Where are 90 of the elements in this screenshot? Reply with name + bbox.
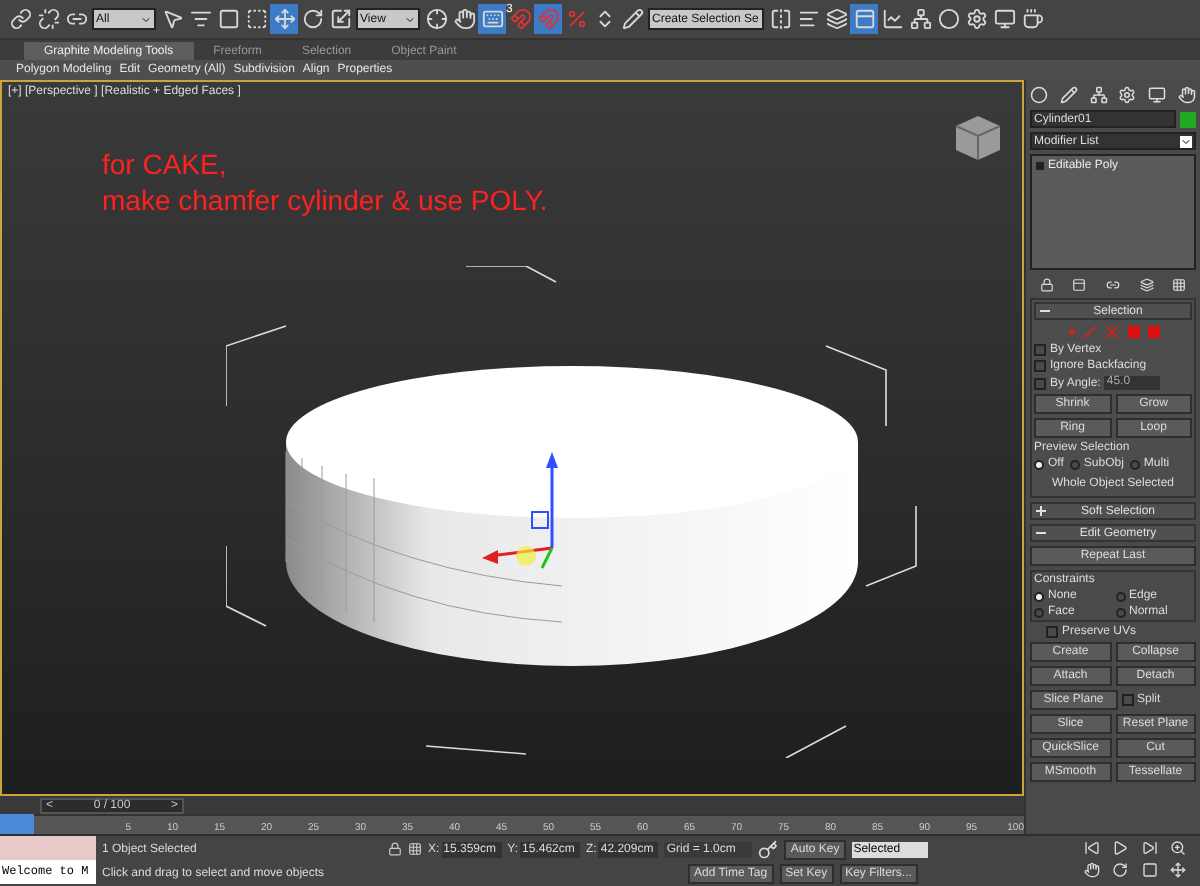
- align-icon: [797, 8, 819, 30]
- percent-icon: [565, 8, 587, 30]
- sphere-icon[interactable]: [1030, 86, 1048, 104]
- toolbar-button[interactable]: [878, 4, 906, 34]
- pointer-icon: [161, 8, 183, 30]
- toolbar-button[interactable]: [6, 4, 34, 34]
- skip-forward-icon[interactable]: [1141, 840, 1157, 856]
- radio-button[interactable]: [1069, 459, 1080, 469]
- toolbar-button[interactable]: [766, 4, 794, 34]
- crosshair-icon: [425, 8, 447, 30]
- plus-icon: [1036, 506, 1046, 516]
- toolbar-button[interactable]: [618, 4, 646, 34]
- checkbox[interactable]: [1121, 694, 1133, 706]
- radio-button[interactable]: [1115, 607, 1125, 617]
- minus-icon: [1036, 528, 1046, 538]
- sphere-icon: [937, 8, 959, 30]
- zoom-icon[interactable]: [1169, 840, 1186, 856]
- lock-icon[interactable]: [388, 842, 402, 856]
- checkbox[interactable]: [1034, 344, 1046, 356]
- caret-icon: [404, 13, 416, 25]
- square-icon: [217, 8, 239, 30]
- annotation-text: make chamfer cylinder & use POLY.: [102, 182, 548, 218]
- scale-icon: [329, 8, 351, 30]
- checkbox[interactable]: [1034, 360, 1046, 372]
- radio-button[interactable]: [1034, 591, 1044, 601]
- frame-icon[interactable]: [1141, 862, 1157, 878]
- bar-icon[interactable]: [1072, 277, 1087, 291]
- toolbar-button[interactable]: [478, 4, 506, 34]
- toolbar-button[interactable]: [422, 4, 450, 34]
- toolbar-button[interactable]: [214, 4, 242, 34]
- transform-gizmo-icon: [482, 452, 562, 572]
- radio-button[interactable]: [1115, 591, 1125, 601]
- curve-icon: [881, 8, 903, 30]
- toolbar-button[interactable]: [850, 4, 878, 34]
- toolbar-button[interactable]: [34, 4, 62, 34]
- gear-icon[interactable]: [1118, 86, 1137, 104]
- pencil-icon: [621, 8, 643, 30]
- monitor-icon: [993, 8, 1015, 30]
- hierarchy-icon[interactable]: [1089, 86, 1108, 104]
- settings-icon: [965, 8, 987, 30]
- move-icon: [273, 8, 295, 30]
- toolbar-button[interactable]: [242, 4, 270, 34]
- toolbar-button[interactable]: [326, 4, 354, 34]
- minus-icon: [1040, 306, 1050, 316]
- magnet-icon: [537, 8, 559, 30]
- skip-back-icon[interactable]: [1084, 840, 1100, 856]
- caret-icon: [1180, 135, 1192, 147]
- play-icon[interactable]: [1112, 840, 1129, 856]
- dashed-square-icon: [245, 8, 267, 30]
- radio-button[interactable]: [1129, 459, 1140, 469]
- listener-input[interactable]: [0, 836, 96, 860]
- toolbar-button[interactable]: [822, 4, 850, 34]
- key-icon[interactable]: [758, 839, 779, 859]
- mirror-icon: [769, 8, 791, 30]
- toolbar-button[interactable]: [990, 4, 1018, 34]
- hand-icon: [453, 8, 475, 30]
- magnet-icon: [509, 8, 531, 30]
- viewcube-icon: [950, 110, 1006, 166]
- toolbar-button[interactable]: [270, 4, 298, 34]
- grid-icon[interactable]: [1172, 277, 1187, 291]
- caret-icon: [140, 13, 152, 25]
- toolbar-button[interactable]: [906, 4, 934, 34]
- pencil-icon[interactable]: [1059, 86, 1078, 104]
- keyboard-icon: [481, 8, 503, 30]
- list-icon: [189, 8, 211, 30]
- toolbar-button[interactable]: [962, 4, 990, 34]
- rotate-icon: [301, 8, 323, 30]
- toolbar-button[interactable]: [298, 4, 326, 34]
- checkbox[interactable]: [1046, 626, 1058, 638]
- chain-icon: [65, 8, 87, 30]
- radio-button[interactable]: [1034, 607, 1044, 617]
- toolbar-button[interactable]: [934, 4, 962, 34]
- grid-icon[interactable]: [408, 842, 422, 856]
- monitor-icon[interactable]: [1148, 86, 1167, 104]
- unlink-icon: [37, 8, 59, 30]
- panel-icon: [853, 8, 875, 30]
- radio-button[interactable]: [1034, 459, 1044, 469]
- curve-editor-toggle[interactable]: [0, 814, 34, 834]
- link-icon: [9, 8, 31, 30]
- layers-icon: [825, 8, 847, 30]
- move-icon[interactable]: [1169, 862, 1186, 878]
- schematic-icon: [909, 8, 931, 30]
- toolbar-button[interactable]: [1018, 4, 1046, 34]
- expand-icon: [1036, 161, 1044, 169]
- checkbox[interactable]: [1034, 377, 1046, 389]
- pan-icon[interactable]: [1084, 862, 1100, 878]
- orbit-icon[interactable]: [1112, 862, 1129, 878]
- object-color-swatch[interactable]: [1180, 111, 1196, 127]
- annotation-text: for CAKE,: [102, 146, 229, 182]
- toolbar-button[interactable]: [450, 4, 478, 34]
